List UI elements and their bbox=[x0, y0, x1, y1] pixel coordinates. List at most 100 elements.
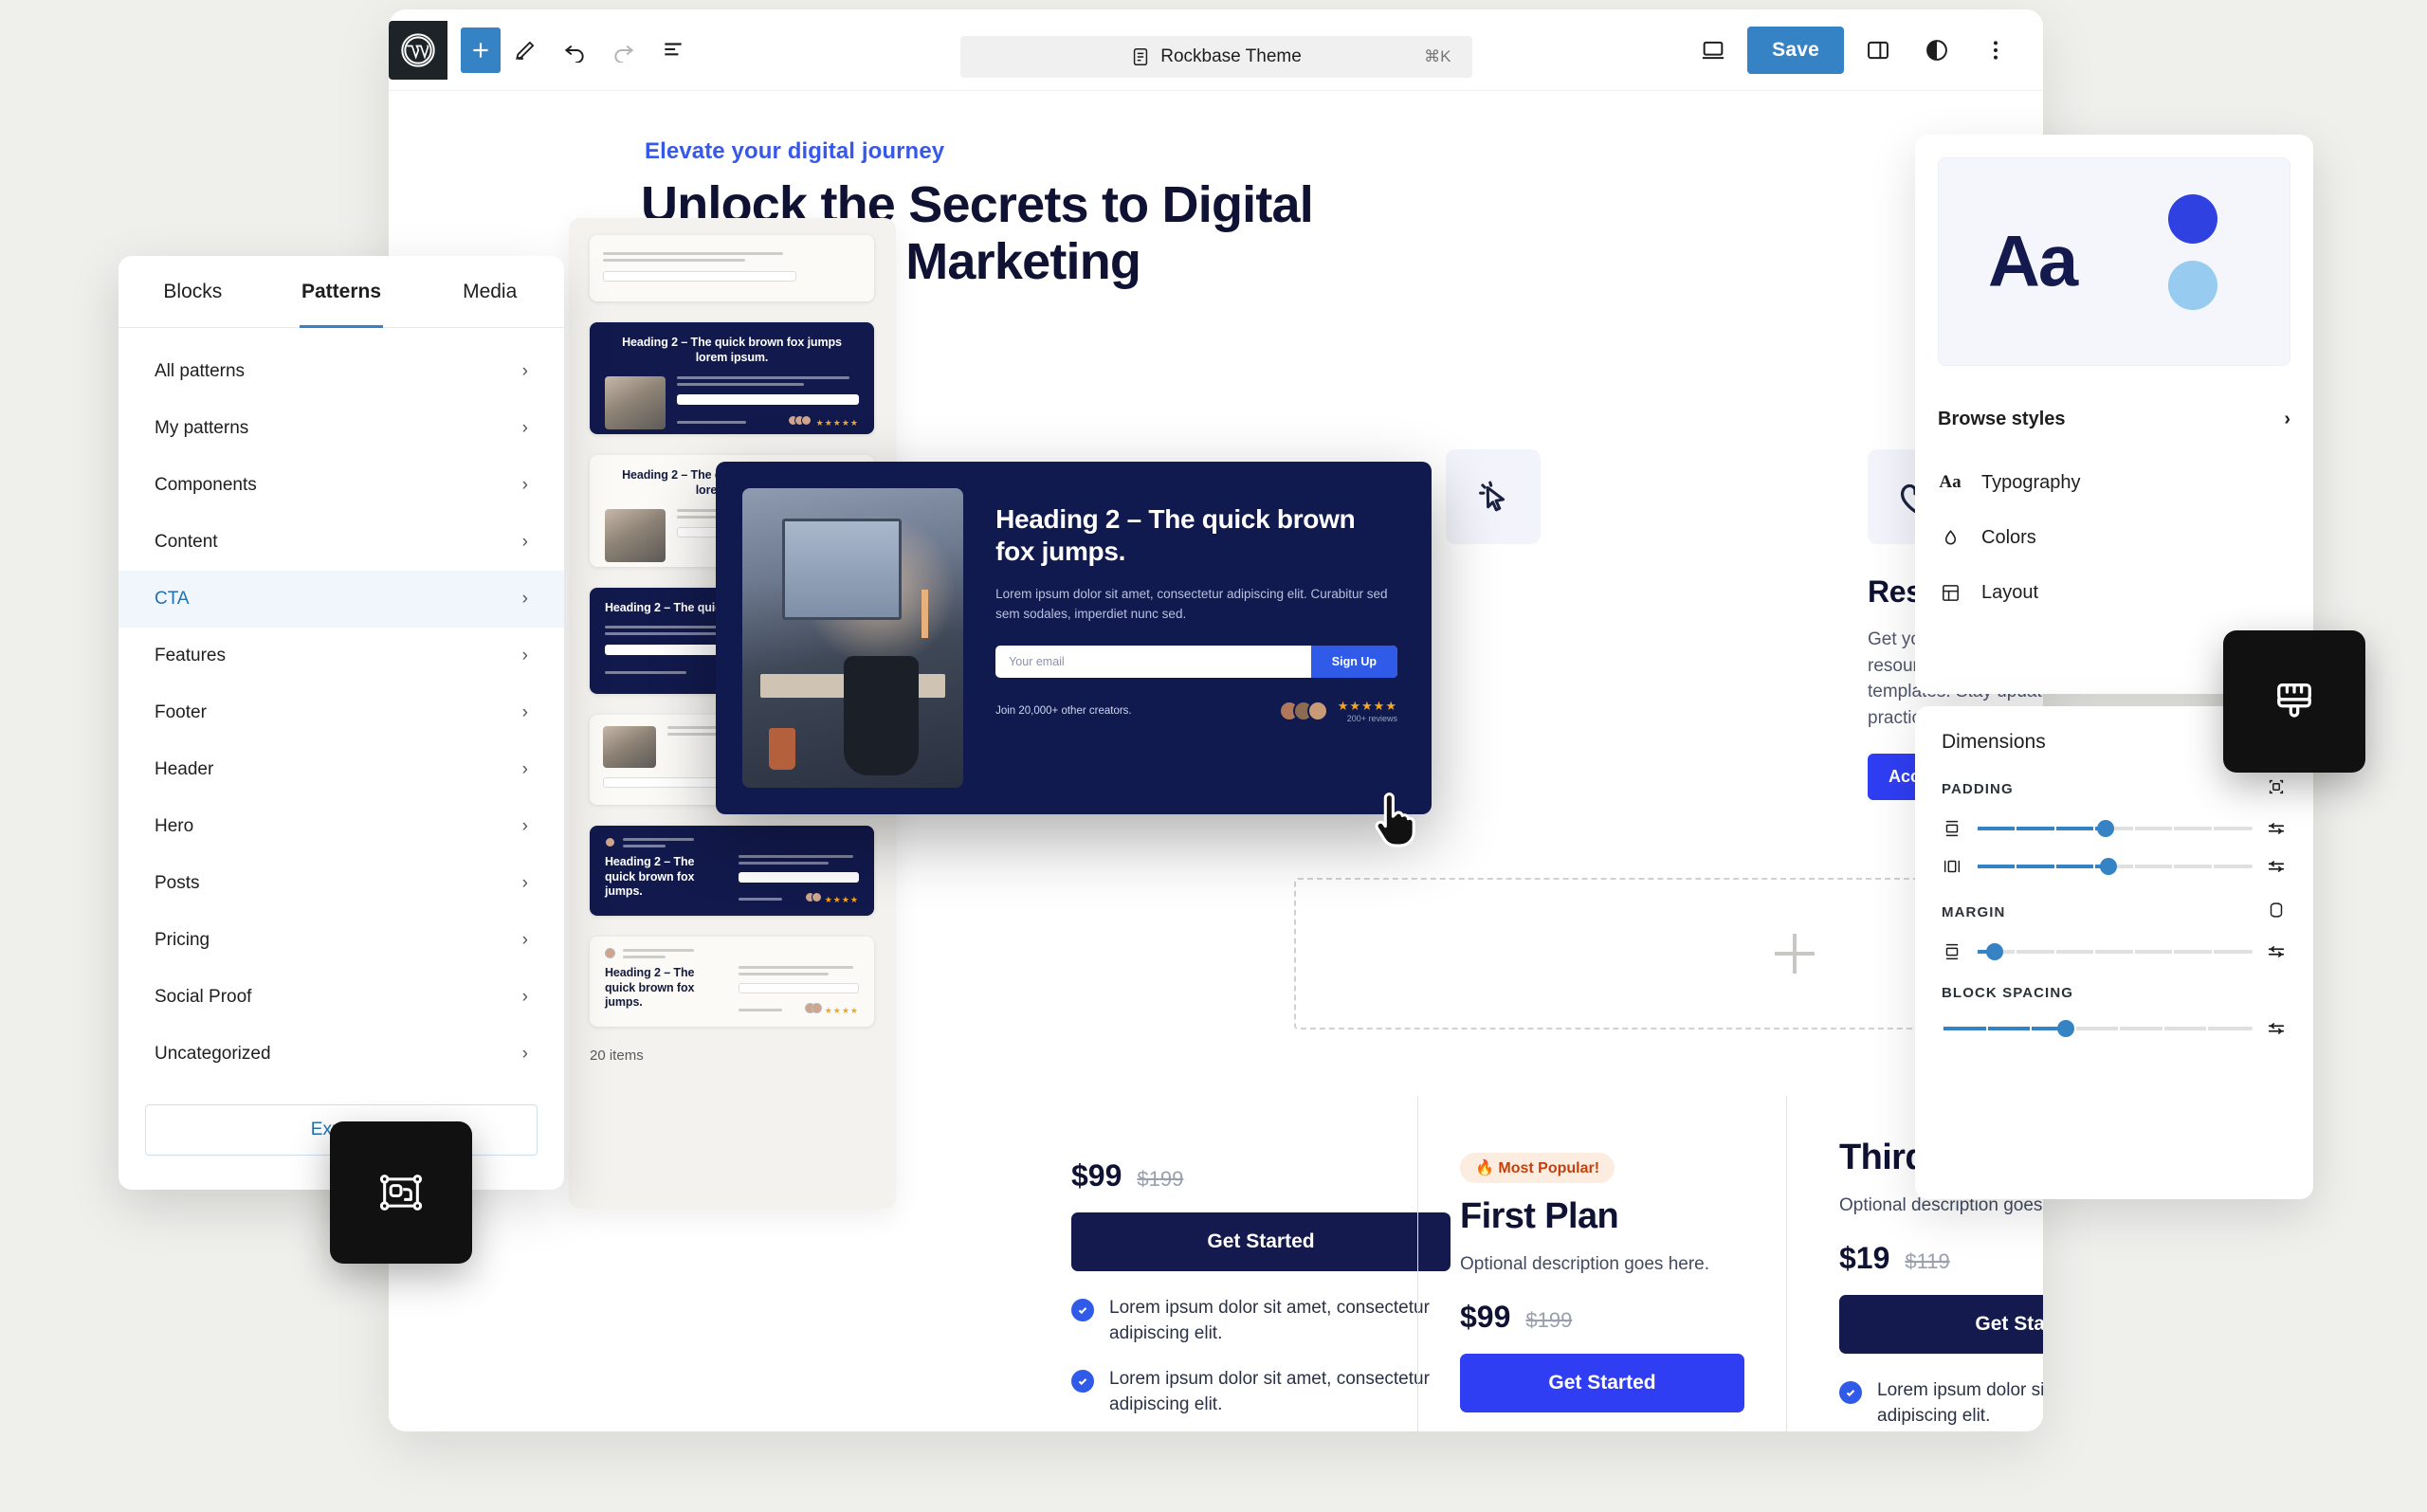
category-footer[interactable]: Footer › bbox=[119, 684, 564, 741]
dimensions-panel: Dimensions PADDING MARGIN BLOCK SPACING bbox=[1915, 706, 2313, 1199]
price-current: $99 bbox=[1460, 1300, 1511, 1334]
slider-options-icon[interactable] bbox=[2266, 1018, 2287, 1039]
chevron-right-icon: › bbox=[521, 759, 528, 779]
color-swatch-primary bbox=[2168, 194, 2217, 244]
pattern-thumbnail[interactable]: Heading 2 – The quick brown fox jumps. ★… bbox=[590, 937, 874, 1027]
price-current: $19 bbox=[1839, 1241, 1890, 1275]
reviews-block: ★★★★★ 200+ reviews bbox=[1338, 699, 1397, 723]
get-started-button[interactable]: Get Started bbox=[1839, 1295, 2043, 1354]
style-item-layout[interactable]: Layout bbox=[1938, 565, 2290, 620]
price-current: $99 bbox=[1071, 1158, 1122, 1193]
document-icon bbox=[1134, 48, 1148, 65]
price-row: $99 $199 bbox=[1460, 1300, 1744, 1335]
category-content[interactable]: Content › bbox=[119, 514, 564, 571]
style-brush-fab[interactable] bbox=[2223, 630, 2365, 773]
padding-vertical-slider[interactable] bbox=[1976, 820, 2253, 837]
toggle-sidebar-button[interactable] bbox=[1853, 26, 1903, 75]
email-field[interactable]: Your email bbox=[995, 646, 1311, 678]
tab-media[interactable]: Media bbox=[415, 256, 564, 327]
category-posts[interactable]: Posts › bbox=[119, 855, 564, 912]
pricing-section: $99 $199 Get Started Lorem ipsum dolor s… bbox=[995, 1077, 2043, 1431]
style-item-typography[interactable]: Aa Typography bbox=[1938, 455, 2290, 510]
pattern-thumbnail[interactable] bbox=[590, 235, 874, 301]
edit-tool-button[interactable] bbox=[501, 26, 550, 75]
pattern-thumbnail[interactable]: Heading 2 – The quick brown fox jumps lo… bbox=[590, 322, 874, 434]
category-label: Social Proof bbox=[155, 987, 252, 1007]
options-menu-button[interactable] bbox=[1971, 26, 2020, 75]
social-proof-text: Join 20,000+ other creators. bbox=[995, 705, 1132, 718]
chevron-right-icon: › bbox=[521, 987, 528, 1007]
cursor-click-icon bbox=[1446, 449, 1541, 544]
chevron-right-icon: › bbox=[521, 1044, 528, 1064]
category-cta[interactable]: CTA › bbox=[119, 571, 564, 628]
redo-button[interactable] bbox=[599, 26, 648, 75]
styles-button[interactable] bbox=[1912, 26, 1962, 75]
style-item-colors[interactable]: Colors bbox=[1938, 510, 2290, 565]
chevron-right-icon: › bbox=[521, 930, 528, 950]
style-item-label: Typography bbox=[1981, 471, 2081, 493]
category-uncategorized[interactable]: Uncategorized › bbox=[119, 1026, 564, 1083]
add-block-button[interactable] bbox=[461, 27, 501, 73]
pattern-thumbnail-image bbox=[605, 376, 666, 430]
padding-all-sides-icon[interactable] bbox=[2266, 776, 2287, 801]
tab-patterns[interactable]: Patterns bbox=[267, 256, 416, 328]
drag-hand-cursor-icon bbox=[1373, 790, 1424, 848]
check-circle-icon bbox=[1071, 1370, 1094, 1394]
get-started-button[interactable]: Get Started bbox=[1460, 1354, 1744, 1412]
view-device-button[interactable] bbox=[1688, 26, 1738, 75]
browse-styles-button[interactable]: Browse styles › bbox=[1938, 394, 2290, 444]
category-header[interactable]: Header › bbox=[119, 741, 564, 798]
status-badge: 🔥 Most Popular! bbox=[1460, 1153, 1615, 1183]
slider-options-icon[interactable] bbox=[2266, 856, 2287, 877]
padding-horizontal-slider[interactable] bbox=[1976, 858, 2253, 875]
layout-grid-icon bbox=[1938, 582, 1962, 604]
category-hero[interactable]: Hero › bbox=[119, 798, 564, 855]
inserter-tabs: Blocks Patterns Media bbox=[119, 256, 564, 328]
margin-vertical-slider[interactable] bbox=[1976, 943, 2253, 960]
pattern-preview-image bbox=[742, 488, 964, 788]
dragged-pattern-card[interactable]: Heading 2 – The quick brown fox jumps. L… bbox=[716, 462, 1432, 814]
slider-options-icon[interactable] bbox=[2266, 941, 2287, 962]
block-spacing-section-header: BLOCK SPACING bbox=[1942, 985, 2287, 1001]
save-button[interactable]: Save bbox=[1747, 27, 1844, 74]
chevron-right-icon: › bbox=[521, 646, 528, 665]
pattern-block-icon bbox=[379, 1175, 423, 1211]
pattern-thumbnail[interactable]: Heading 2 – The quick brown fox jumps. ★… bbox=[590, 826, 874, 916]
browse-styles-label: Browse styles bbox=[1938, 408, 2066, 429]
padding-horizontal-slider-row bbox=[1942, 856, 2287, 877]
category-social-proof[interactable]: Social Proof › bbox=[119, 969, 564, 1026]
style-preview-card[interactable]: Aa bbox=[1938, 157, 2290, 366]
signup-form[interactable]: Your email Sign Up bbox=[995, 646, 1397, 679]
style-item-label: Colors bbox=[1981, 526, 2036, 548]
padding-vertical-slider-row bbox=[1942, 818, 2287, 839]
sign-up-button[interactable]: Sign Up bbox=[1310, 646, 1397, 679]
slider-options-icon[interactable] bbox=[2266, 818, 2287, 839]
list-view-button[interactable] bbox=[648, 26, 698, 75]
chevron-right-icon: › bbox=[521, 873, 528, 893]
margin-all-sides-icon[interactable] bbox=[2266, 900, 2287, 924]
undo-button[interactable] bbox=[550, 26, 599, 75]
pattern-thumbnail-heading: Heading 2 – The quick brown fox jumps lo… bbox=[622, 336, 842, 364]
feature-text: Lorem ipsum dolor sit amet, consectetur … bbox=[1109, 1298, 1430, 1343]
chevron-right-icon: › bbox=[521, 532, 528, 552]
list-item: Lorem ipsum dolor sit amet, consectetur … bbox=[1071, 1296, 1451, 1346]
get-started-button[interactable]: Get Started bbox=[1071, 1212, 1451, 1271]
pattern-category-list: All patterns › My patterns › Components › C… bbox=[119, 328, 564, 1083]
document-title-chip[interactable]: Rockbase Theme ⌘K bbox=[959, 36, 1472, 78]
wordpress-logo-icon[interactable] bbox=[389, 20, 447, 80]
category-label: Uncategorized bbox=[155, 1044, 271, 1064]
category-components[interactable]: Components › bbox=[119, 457, 564, 514]
category-all-patterns[interactable]: All patterns › bbox=[119, 343, 564, 400]
category-pricing[interactable]: Pricing › bbox=[119, 912, 564, 969]
avatar-group bbox=[1278, 701, 1328, 722]
category-features[interactable]: Features › bbox=[119, 628, 564, 684]
category-my-patterns[interactable]: My patterns › bbox=[119, 400, 564, 457]
block-spacing-slider[interactable] bbox=[1942, 1020, 2253, 1037]
block-spacing-slider-row bbox=[1942, 1018, 2287, 1039]
pattern-block-fab[interactable] bbox=[330, 1121, 472, 1264]
color-swatch-secondary bbox=[2168, 261, 2217, 310]
style-menu-list: Aa Typography Colors Layout bbox=[1938, 455, 2290, 620]
tab-blocks[interactable]: Blocks bbox=[119, 256, 267, 327]
screen-root: Rockbase Theme ⌘K Save Elevate your digi… bbox=[0, 0, 2427, 1512]
price-row: $19 $119 bbox=[1839, 1241, 2043, 1276]
